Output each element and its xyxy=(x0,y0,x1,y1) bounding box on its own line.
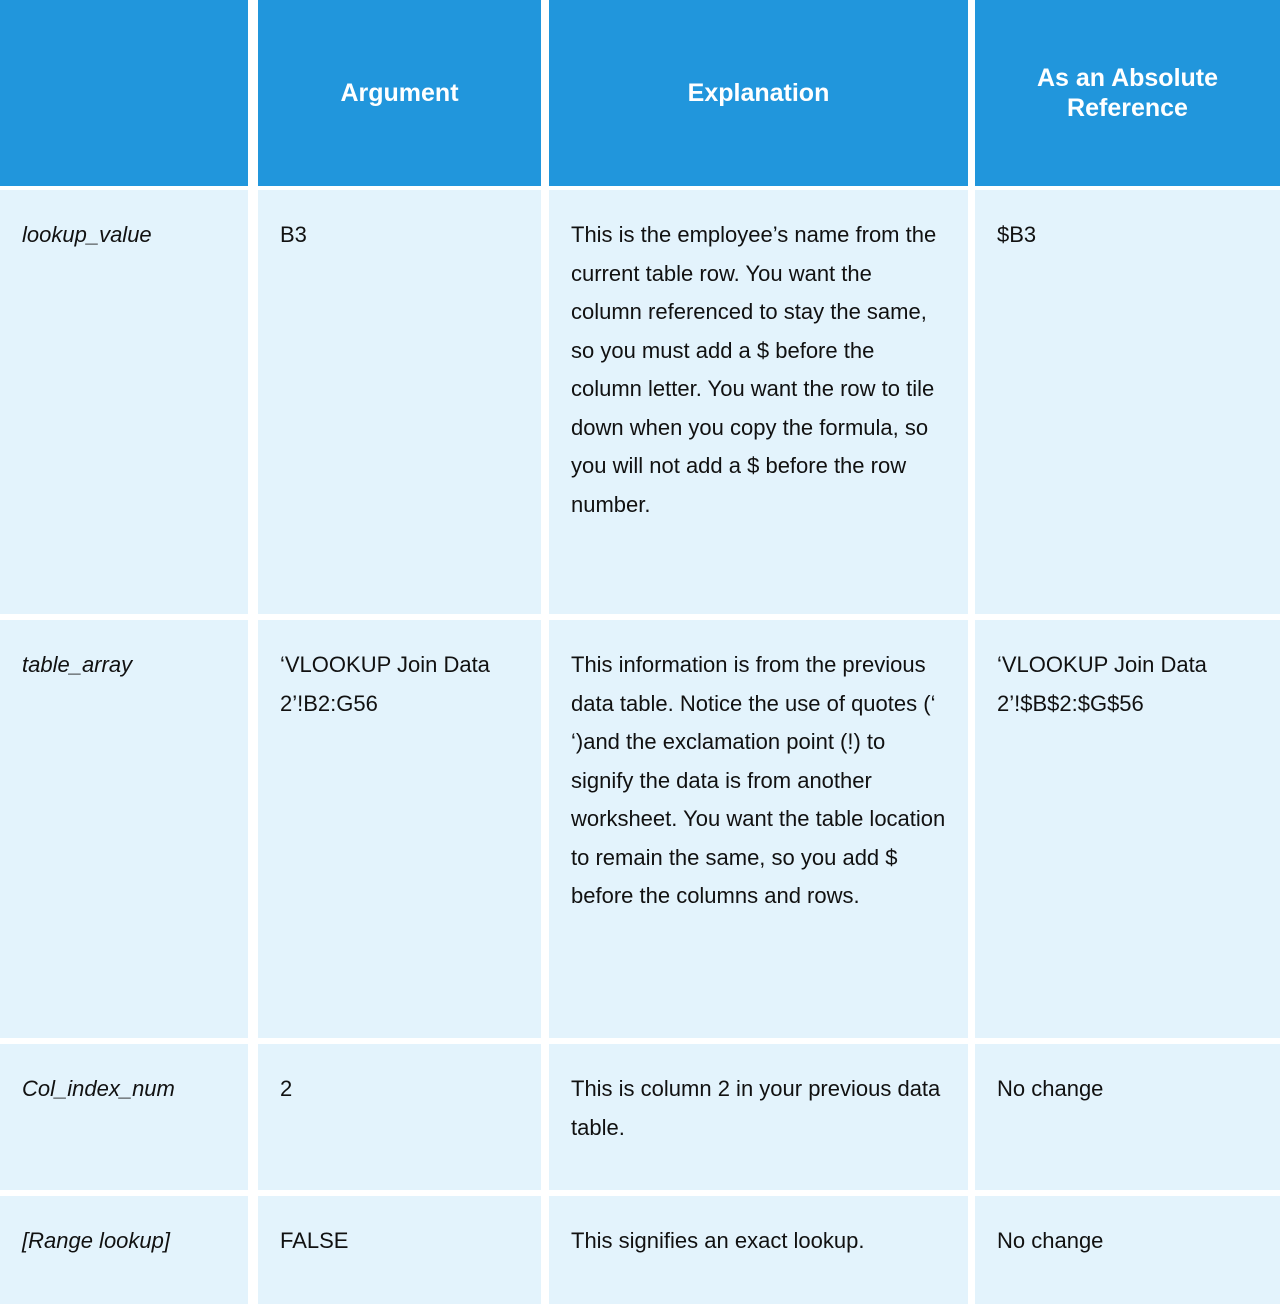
cell-explanation: This signifies an exact lookup. xyxy=(549,1196,968,1304)
cell-argument-name: [Range lookup] xyxy=(0,1196,248,1304)
header-cell-absolute-reference: As an Absolute Reference xyxy=(975,0,1280,186)
table-row: [Range lookup] FALSE This signifies an e… xyxy=(0,1196,1280,1304)
header-cell-argument: Argument xyxy=(258,0,541,186)
cell-argument-name: table_array xyxy=(0,620,248,1038)
cell-argument-name: lookup_value xyxy=(0,190,248,614)
cell-argument: FALSE xyxy=(258,1196,541,1304)
table-header-row: Argument Explanation As an Absolute Refe… xyxy=(0,0,1280,190)
cell-explanation: This information is from the previous da… xyxy=(549,620,968,1038)
header-cell-explanation: Explanation xyxy=(549,0,968,186)
cell-explanation: This is the employee’s name from the cur… xyxy=(549,190,968,614)
cell-argument: 2 xyxy=(258,1044,541,1190)
table-body: lookup_value B3 This is the employee’s n… xyxy=(0,190,1280,1304)
header-cell-blank xyxy=(0,0,248,186)
table-row: lookup_value B3 This is the employee’s n… xyxy=(0,190,1280,614)
cell-absolute-reference: $B3 xyxy=(975,190,1280,614)
table-row: Col_index_num 2 This is column 2 in your… xyxy=(0,1044,1280,1190)
table-row: table_array ‘VLOOKUP Join Data 2’!B2:G56… xyxy=(0,620,1280,1038)
cell-absolute-reference: No change xyxy=(975,1196,1280,1304)
vlookup-arguments-table: Argument Explanation As an Absolute Refe… xyxy=(0,0,1280,1304)
cell-explanation: This is column 2 in your previous data t… xyxy=(549,1044,968,1190)
cell-argument: B3 xyxy=(258,190,541,614)
cell-absolute-reference: No change xyxy=(975,1044,1280,1190)
cell-argument: ‘VLOOKUP Join Data 2’!B2:G56 xyxy=(258,620,541,1038)
cell-argument-name: Col_index_num xyxy=(0,1044,248,1190)
cell-absolute-reference: ‘VLOOKUP Join Data 2’!$B$2:$G$56 xyxy=(975,620,1280,1038)
